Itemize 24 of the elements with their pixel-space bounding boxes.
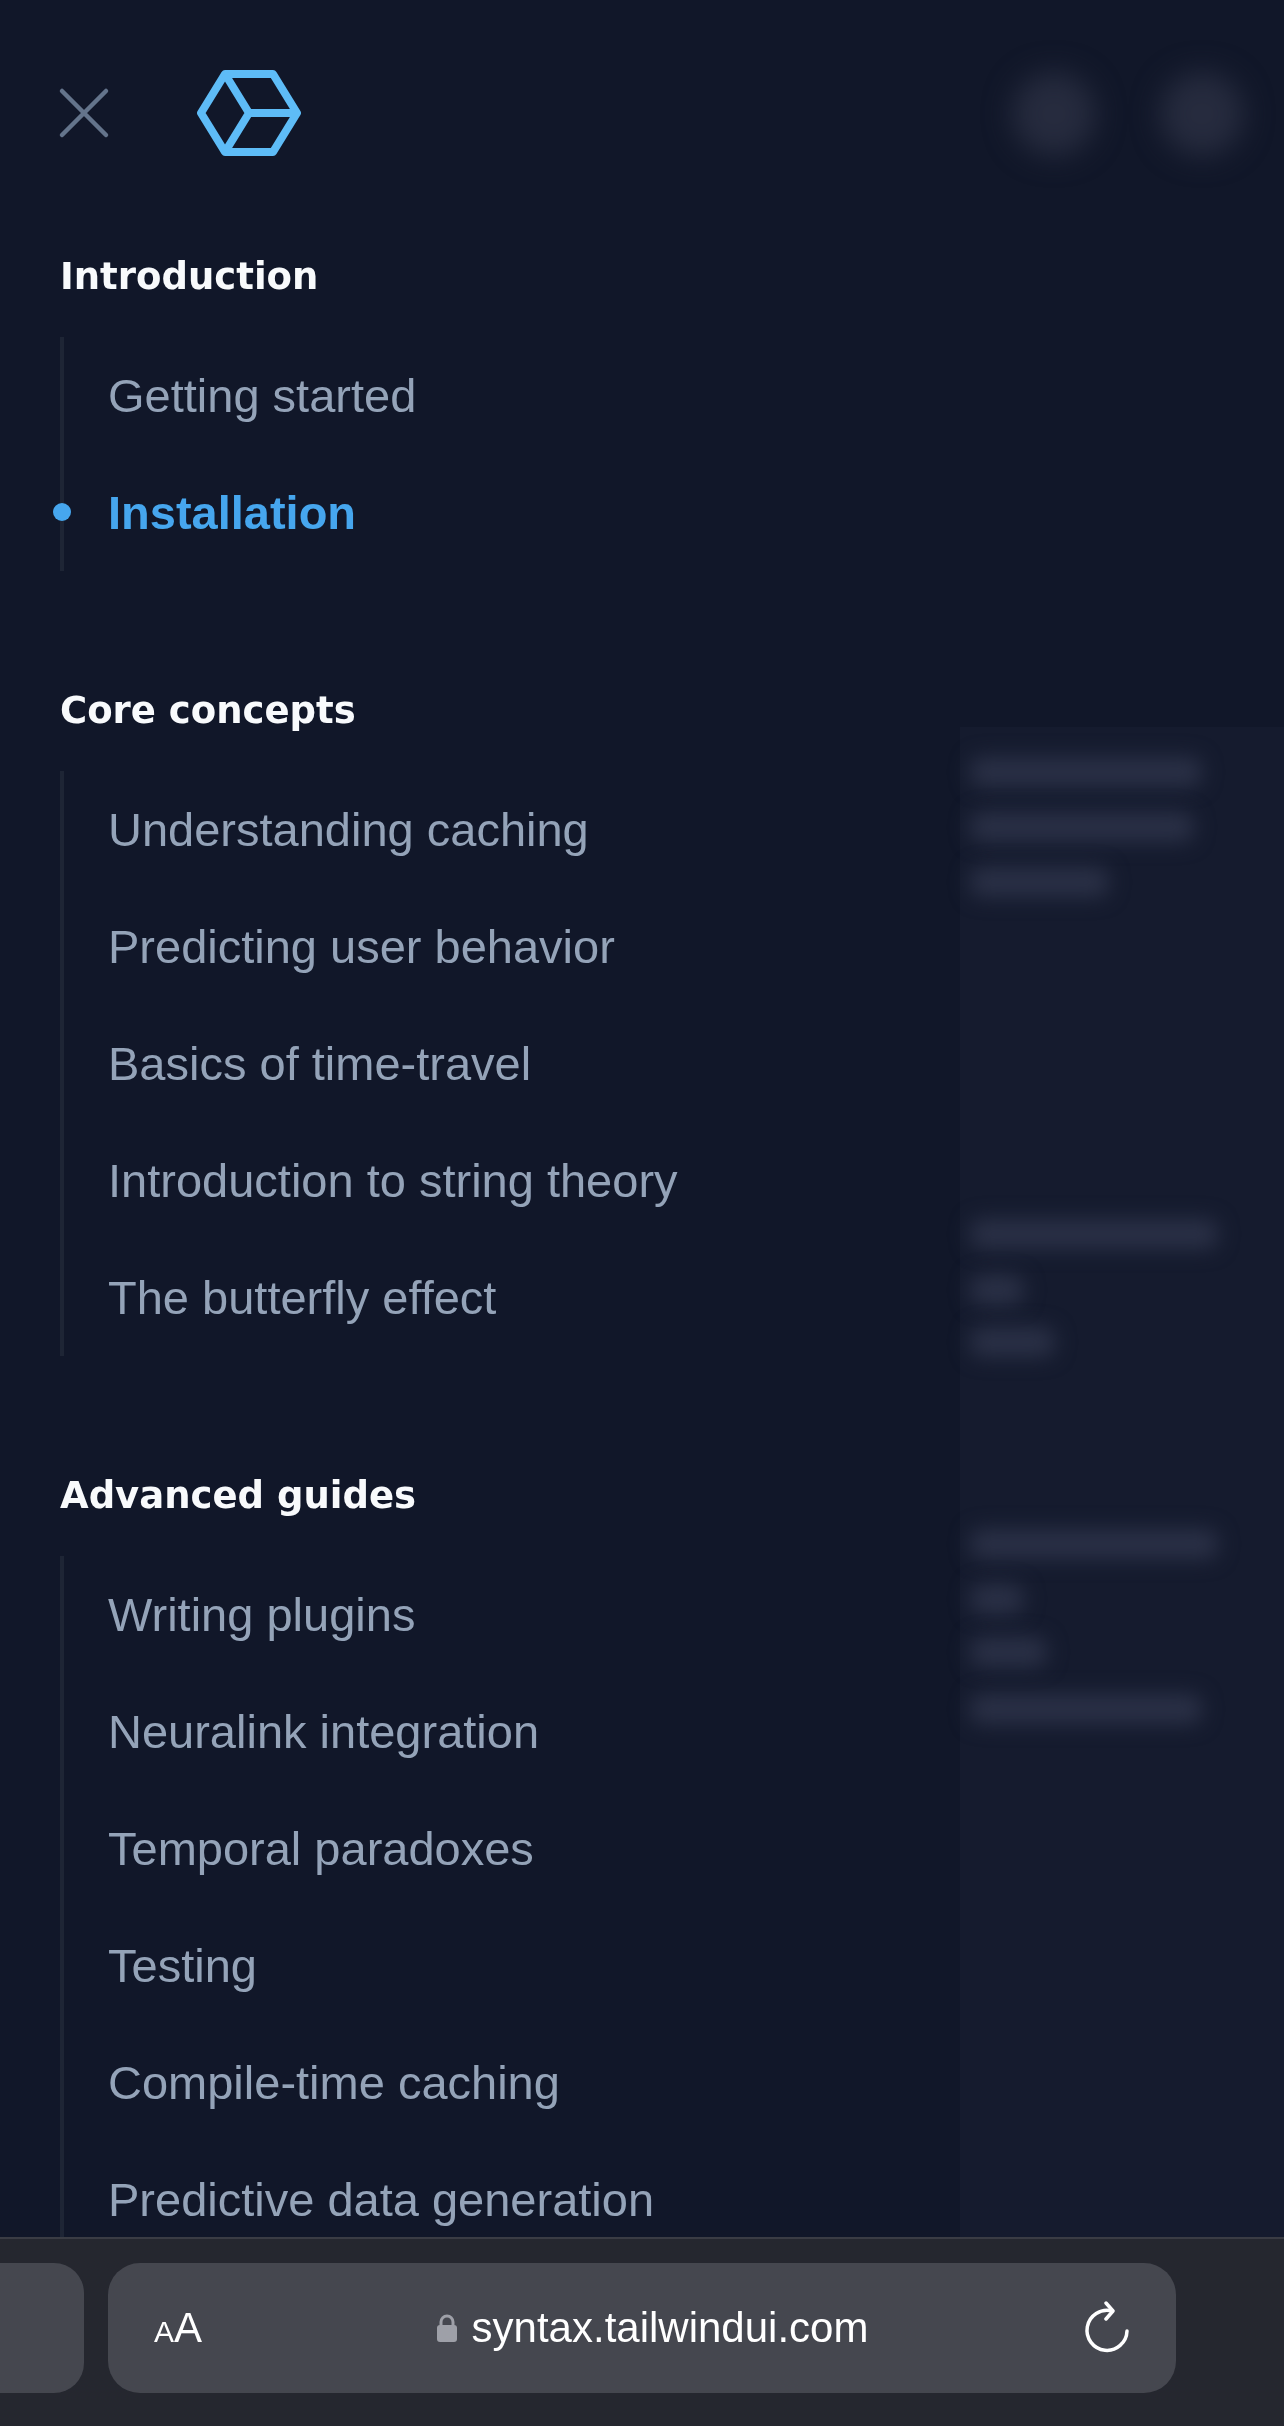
- nav-link[interactable]: Temporal paradoxes: [108, 1821, 534, 1876]
- url-text: syntax.tailwindui.com: [471, 2304, 869, 2352]
- nav-link[interactable]: Writing plugins: [108, 1587, 416, 1642]
- address-bar[interactable]: AA syntax.tailwindui.com: [108, 2263, 1176, 2393]
- text-size-button[interactable]: AA: [154, 2304, 203, 2352]
- nav-link[interactable]: Compile-time caching: [108, 2055, 560, 2110]
- section-heading: Introduction: [60, 254, 320, 300]
- nav-link[interactable]: Installation: [108, 485, 357, 540]
- nav-link[interactable]: Predictive data generation: [108, 2172, 655, 2227]
- nav-link[interactable]: Introduction to string theory: [108, 1153, 678, 1208]
- section-heading: Core concepts: [60, 688, 357, 734]
- nav-link[interactable]: Neuralink integration: [108, 1704, 540, 1759]
- nav-link[interactable]: Testing: [108, 1938, 257, 1993]
- nav-link[interactable]: Getting started: [108, 368, 417, 423]
- nav-link[interactable]: Predicting user behavior: [108, 919, 615, 974]
- close-icon: [58, 87, 110, 139]
- cube-logo-icon: [197, 70, 301, 156]
- lock-icon: [435, 2313, 458, 2343]
- close-button[interactable]: [58, 87, 110, 139]
- reload-icon[interactable]: [1082, 2301, 1132, 2355]
- nav-link[interactable]: Understanding caching: [108, 802, 589, 857]
- nav-link[interactable]: The butterfly effect: [108, 1270, 497, 1325]
- section-heading: Advanced guides: [60, 1473, 418, 1519]
- nav-link[interactable]: Basics of time-travel: [108, 1036, 532, 1091]
